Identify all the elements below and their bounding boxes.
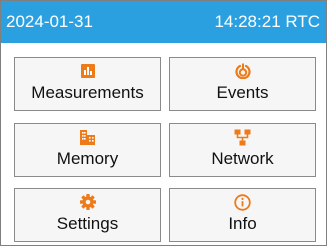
network-label: Network bbox=[211, 149, 274, 168]
device-screen: 2024-01-31 14:28:21 RTC Measurements Eve… bbox=[0, 0, 327, 246]
info-icon bbox=[170, 192, 315, 212]
measurements-button[interactable]: Measurements bbox=[14, 57, 161, 111]
measurements-label: Measurements bbox=[31, 83, 144, 102]
memory-icon bbox=[15, 127, 160, 147]
settings-label: Settings bbox=[56, 214, 119, 233]
memory-button[interactable]: Memory bbox=[14, 123, 161, 177]
events-button[interactable]: Events bbox=[169, 57, 316, 111]
status-date: 2024-01-31 bbox=[6, 12, 93, 31]
info-button[interactable]: Info bbox=[169, 188, 316, 242]
status-bar: 2024-01-31 14:28:21 RTC bbox=[1, 1, 326, 43]
bar-chart-icon bbox=[15, 61, 160, 81]
network-button[interactable]: Network bbox=[169, 123, 316, 177]
memory-label: Memory bbox=[56, 149, 119, 168]
status-time: 14:28:21 RTC bbox=[214, 12, 320, 31]
network-icon bbox=[170, 127, 315, 147]
info-label: Info bbox=[228, 214, 257, 233]
gear-icon bbox=[15, 192, 160, 212]
events-icon bbox=[170, 61, 315, 81]
events-label: Events bbox=[216, 83, 269, 102]
settings-button[interactable]: Settings bbox=[14, 188, 161, 242]
